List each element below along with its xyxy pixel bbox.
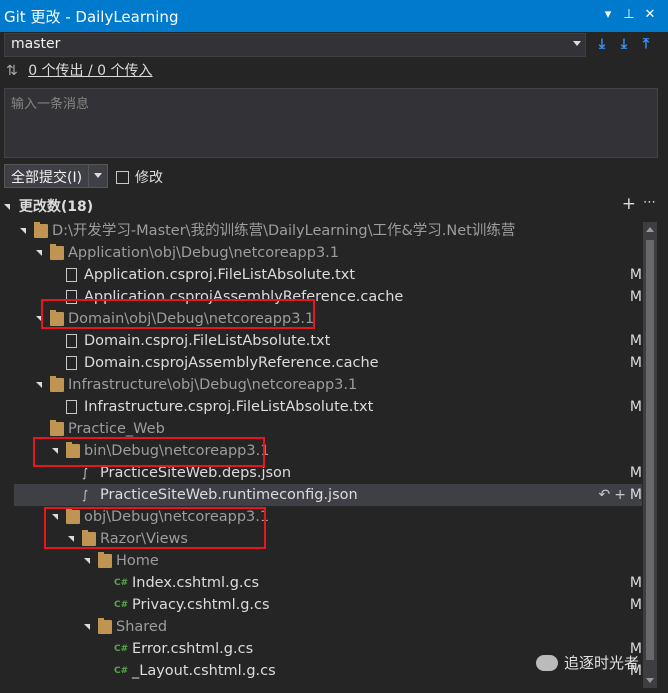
chevron-down-icon xyxy=(573,41,581,46)
tree-item-label: Privacy.cshtml.g.cs xyxy=(132,597,270,613)
tree-item-label: Index.cshtml.g.cs xyxy=(132,575,260,591)
wechat-icon xyxy=(536,654,558,671)
tree-item-label: _Layout.cshtml.g.cs xyxy=(132,663,276,679)
tree-folder-row[interactable]: Home xyxy=(14,550,642,572)
status-badge: M xyxy=(629,487,642,503)
status-badge: M xyxy=(629,333,642,349)
tree-item-label: Application.csproj.FileListAbsolute.txt xyxy=(84,267,356,283)
json-file-icon: ∫ xyxy=(82,466,89,480)
expand-icon[interactable] xyxy=(84,558,90,564)
folder-icon xyxy=(34,222,48,238)
stage-all-icon[interactable]: + xyxy=(622,194,636,214)
window-title: Git 更改 - DailyLearning xyxy=(4,8,179,26)
highlight-box-obj xyxy=(44,507,266,549)
csharp-file-icon: C# xyxy=(114,578,129,588)
watermark-text: 追逐时光者 xyxy=(564,654,640,672)
folder-icon xyxy=(98,552,112,568)
status-badge: M xyxy=(629,355,642,371)
text-file-icon xyxy=(66,268,77,282)
status-badge: M xyxy=(629,289,642,305)
highlight-box-bin xyxy=(33,437,265,467)
tree-item-label: Application\obj\Debug\netcoreapp3.1 xyxy=(68,245,340,261)
tree-folder-row[interactable]: Infrastructure\obj\Debug\netcoreapp3.1 xyxy=(14,374,642,396)
scroll-thumb[interactable] xyxy=(646,240,654,660)
vertical-scrollbar[interactable] xyxy=(643,222,657,688)
amend-checkbox[interactable]: 修改 xyxy=(116,167,163,187)
commit-all-button[interactable]: 全部提交(I) xyxy=(4,164,109,188)
watermark: 追逐时光者 xyxy=(536,652,639,673)
folder-icon xyxy=(50,244,64,260)
tree-file-row[interactable]: C# Privacy.cshtml.g.cs M xyxy=(14,594,642,616)
status-badge: M xyxy=(629,575,642,591)
expand-icon[interactable] xyxy=(36,250,42,256)
folder-icon xyxy=(98,618,112,634)
scroll-up-icon[interactable] xyxy=(646,227,654,232)
commit-all-label: 全部提交(I) xyxy=(5,165,90,187)
tree-folder-row[interactable]: D:\开发学习-Master\我的训练营\DailyLearning\工作&学习… xyxy=(14,220,642,242)
expand-icon[interactable] xyxy=(84,624,90,630)
csharp-file-icon: C# xyxy=(114,666,129,676)
tree-file-row[interactable]: Domain.csproj.FileListAbsolute.txt M xyxy=(14,330,642,352)
status-badge: M xyxy=(629,267,642,283)
more-icon[interactable]: ⋯ xyxy=(643,195,656,210)
tree-file-row[interactable]: Application.csproj.FileListAbsolute.txt M xyxy=(14,264,642,286)
tree-file-row[interactable]: C# Index.cshtml.g.cs M xyxy=(14,572,642,594)
status-badge: M xyxy=(629,465,642,481)
push-icon[interactable]: ⤒ xyxy=(637,34,655,54)
collapse-icon[interactable] xyxy=(4,204,10,210)
dropdown-icon[interactable]: ▾ xyxy=(600,6,616,24)
fetch-icon[interactable]: ⤓ xyxy=(593,34,611,54)
tree-item-label: D:\开发学习-Master\我的训练营\DailyLearning\工作&学习… xyxy=(52,223,516,239)
json-file-icon: ∫ xyxy=(82,488,89,502)
tree-item-label: Infrastructure.csproj.FileListAbsolute.t… xyxy=(84,399,374,415)
expand-icon[interactable] xyxy=(20,228,26,234)
tree-item-label: Shared xyxy=(116,619,168,635)
commit-message-box[interactable] xyxy=(4,88,658,158)
tree-item-label: PracticeSiteWeb.runtimeconfig.json xyxy=(100,487,358,503)
text-file-icon xyxy=(66,334,77,348)
csharp-file-icon: C# xyxy=(114,644,129,654)
changes-header[interactable]: 更改数(18) + ⋯ xyxy=(4,194,660,216)
tree-folder-row[interactable]: Shared xyxy=(14,616,642,638)
pin-icon[interactable]: ⊥ xyxy=(621,6,637,24)
text-file-icon xyxy=(66,400,77,414)
stage-icon[interactable]: + xyxy=(614,487,626,503)
tree-item-label: Domain.csproj.FileListAbsolute.txt xyxy=(84,333,331,349)
changes-count: 更改数(18) xyxy=(18,199,94,215)
tree-file-row[interactable]: Infrastructure.csproj.FileListAbsolute.t… xyxy=(14,396,642,418)
status-badge: M xyxy=(629,597,642,613)
tree-item-label: Home xyxy=(116,553,159,569)
tree-item-label: Error.cshtml.g.cs xyxy=(132,641,254,657)
tree-file-row[interactable]: ∫ PracticeSiteWeb.runtimeconfig.json ↶ + M xyxy=(14,484,642,506)
expand-icon[interactable] xyxy=(36,382,42,388)
amend-label: 修改 xyxy=(135,170,163,186)
folder-icon xyxy=(50,376,64,392)
sync-link[interactable]: 0 个传出 / 0 个传入 xyxy=(28,63,152,79)
commit-message-input[interactable] xyxy=(5,89,657,157)
pull-icon[interactable]: ⤓ xyxy=(615,34,633,54)
scroll-down-icon[interactable] xyxy=(646,678,654,683)
tree-item-label: Infrastructure\obj\Debug\netcoreapp3.1 xyxy=(68,377,358,393)
sync-status: ⇅ 0 个传出 / 0 个传入 xyxy=(6,60,153,80)
branch-name: master xyxy=(11,36,61,52)
highlight-box-domain xyxy=(41,299,315,329)
title-bar: Git 更改 - DailyLearning ▾ ⊥ ✕ xyxy=(0,0,668,32)
folder-icon xyxy=(50,420,64,436)
undo-changes-icon[interactable]: ↶ xyxy=(599,487,611,503)
csharp-file-icon: C# xyxy=(114,600,129,610)
status-badge: M xyxy=(629,399,642,415)
sync-arrows-icon: ⇅ xyxy=(6,63,18,79)
commit-dropdown-button[interactable] xyxy=(89,165,107,187)
tree-folder-row[interactable]: Application\obj\Debug\netcoreapp3.1 xyxy=(14,242,642,264)
close-icon[interactable]: ✕ xyxy=(642,6,658,24)
tree-item-label: Domain.csprojAssemblyReference.cache xyxy=(84,355,379,371)
binary-file-icon xyxy=(66,356,77,370)
row-actions[interactable]: ↶ + xyxy=(599,484,626,506)
tree-file-row[interactable]: Domain.csprojAssemblyReference.cache M xyxy=(14,352,642,374)
checkbox-icon[interactable] xyxy=(116,170,129,184)
branch-selector[interactable]: master xyxy=(4,33,586,57)
